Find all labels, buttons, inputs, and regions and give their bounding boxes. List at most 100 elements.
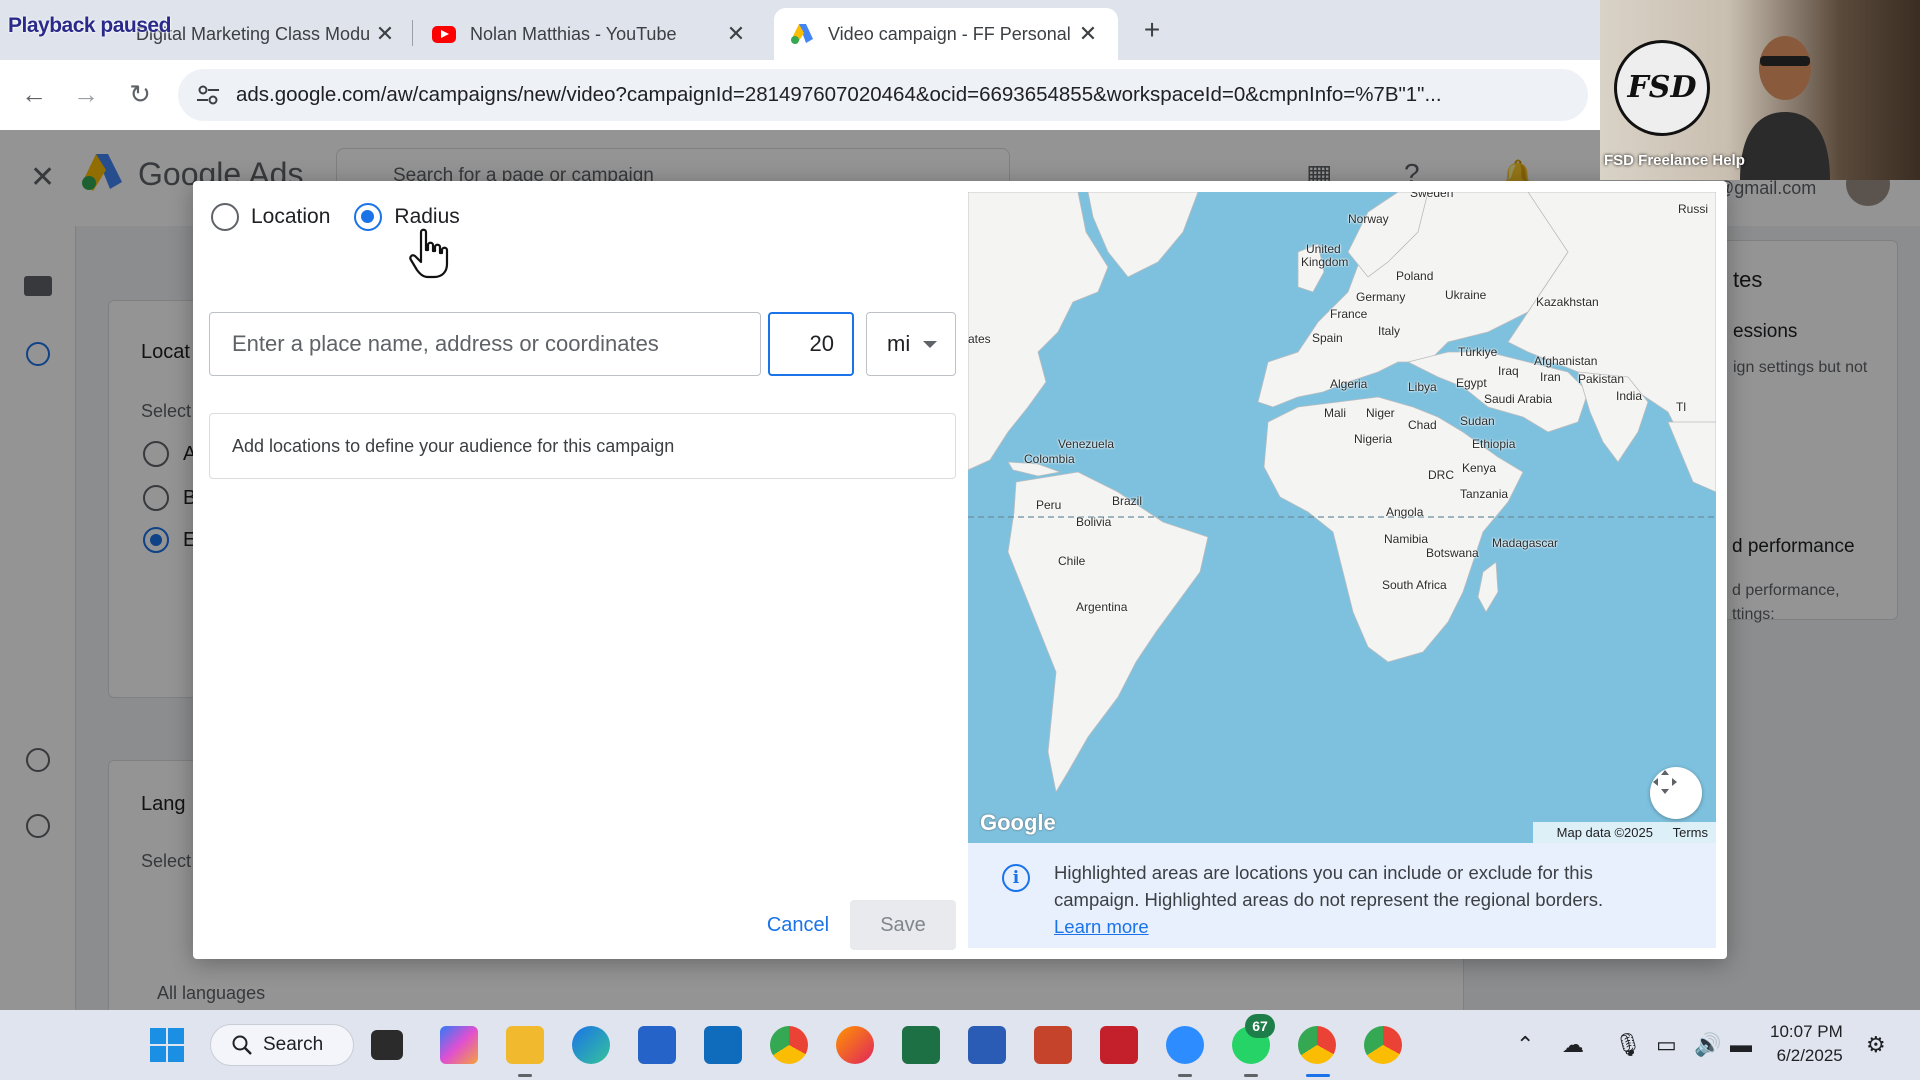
map-label: DRC (1428, 468, 1454, 482)
learn-more-link[interactable]: Learn more (1054, 916, 1149, 937)
notification-center-icon[interactable]: ⚙ (1866, 1032, 1886, 1058)
windows-start-icon[interactable] (148, 1026, 186, 1064)
location-radio-label[interactable]: Location (251, 205, 330, 229)
world-map[interactable]: Sweden Russi Norway United Kingdom Polan… (968, 192, 1716, 843)
network-icon[interactable]: ▭ (1656, 1032, 1677, 1058)
map-label: Italy (1378, 324, 1401, 338)
radius-unit-select[interactable]: mi (866, 312, 956, 376)
location-radius-dialog: Location Radius mi Add locations to defi… (193, 181, 1727, 959)
unit-value: mi (887, 331, 911, 356)
info-icon: i (1002, 864, 1030, 892)
map-label: Sudan (1460, 414, 1495, 428)
chevron-down-icon (923, 341, 937, 348)
tab-title: Nolan Matthias - YouTube (470, 23, 677, 44)
forward-icon[interactable]: → (66, 74, 106, 114)
target-mode-radio-group: Location Radius (211, 203, 460, 231)
site-settings-icon[interactable] (194, 81, 222, 109)
back-icon[interactable]: ← (14, 74, 54, 114)
map-label: Venezuela (1058, 437, 1115, 451)
playback-overlay: Playback paused (8, 14, 171, 37)
close-icon[interactable]: ✕ (722, 21, 750, 47)
radius-radio-label[interactable]: Radius (394, 205, 459, 229)
outlook-icon[interactable] (704, 1026, 742, 1064)
map-label: Sweden (1410, 192, 1454, 200)
store-icon[interactable] (638, 1026, 676, 1064)
search-label: Search (263, 1034, 324, 1055)
map-label: Algeria (1330, 377, 1368, 391)
active-indicator (1306, 1074, 1330, 1077)
map-info-note: i Highlighted areas are locations you ca… (968, 843, 1716, 948)
place-search-input[interactable] (209, 312, 761, 376)
map-label: Libya (1408, 380, 1437, 394)
close-icon[interactable]: ✕ (371, 21, 399, 47)
map-label: Germany (1356, 290, 1406, 304)
tab-video-campaign[interactable]: Video campaign - FF Personal - ✕ (774, 8, 1118, 60)
map-label: Ukraine (1445, 288, 1487, 302)
zoom-app-icon[interactable] (1166, 1026, 1204, 1064)
map-label: Norway (1348, 212, 1389, 226)
close-icon[interactable]: ✕ (1074, 21, 1102, 47)
powerpoint-icon[interactable] (1034, 1026, 1072, 1064)
radius-radio[interactable] (354, 203, 383, 231)
file-explorer-icon[interactable] (506, 1026, 544, 1064)
map-label: France (1330, 307, 1368, 321)
map-label: Niger (1366, 406, 1395, 420)
running-indicator (1178, 1074, 1192, 1077)
tab-title: Video campaign - FF Personal - (828, 23, 1074, 44)
tab-youtube[interactable]: Nolan Matthias - YouTube ✕ (416, 8, 766, 60)
map-label: Türkiye (1458, 345, 1498, 359)
running-indicator (1244, 1074, 1258, 1077)
note-body: Highlighted areas are locations you can … (1054, 862, 1604, 910)
presenter-video (1740, 36, 1830, 180)
fullscreen-button[interactable] (1650, 767, 1702, 819)
map-label: Tanzania (1460, 487, 1509, 501)
onedrive-icon[interactable]: ☁ (1562, 1032, 1584, 1058)
map-label: Tl (1676, 400, 1686, 414)
system-clock[interactable]: 10:07 PM 6/2/2025 (1770, 1020, 1843, 1068)
map-label: Saudi Arabia (1484, 392, 1553, 406)
youtube-icon (432, 25, 456, 43)
word-icon[interactable] (968, 1026, 1006, 1064)
map-label: Brazil (1112, 494, 1143, 508)
chrome-alt-icon[interactable] (1364, 1026, 1402, 1064)
map-label: Chile (1058, 554, 1086, 568)
reload-icon[interactable]: ↻ (120, 74, 160, 114)
battery-icon[interactable]: ▬ (1730, 1032, 1752, 1058)
fsd-logo: FSD (1614, 40, 1710, 136)
search-icon (232, 1035, 252, 1055)
map-label: Namibia (1384, 532, 1429, 546)
chevron-up-icon[interactable]: ⌃ (1516, 1032, 1534, 1058)
note-text: Highlighted areas are locations you can … (1054, 859, 1674, 940)
address-bar[interactable]: ads.google.com/aw/campaigns/new/video?ca… (178, 69, 1753, 121)
new-tab-button[interactable]: + (1136, 14, 1168, 46)
cancel-button[interactable]: Cancel (744, 900, 852, 950)
terms-link[interactable]: Terms (1673, 825, 1708, 840)
map-label: Poland (1396, 269, 1434, 283)
firefox-icon[interactable] (836, 1026, 874, 1064)
map-label: Spain (1312, 331, 1343, 345)
microphone-icon[interactable]: 🎙 (1614, 1032, 1642, 1058)
map-label: Chad (1408, 418, 1437, 432)
map-label: Afghanistan (1534, 354, 1598, 368)
volume-icon[interactable]: 🔊 (1694, 1032, 1721, 1058)
copilot-icon[interactable] (440, 1026, 478, 1064)
map-label: Argentina (1076, 600, 1128, 614)
map-label: Ethiopia (1472, 437, 1516, 451)
webcam-overlay: FSD FSD Freelance Help (1600, 0, 1920, 180)
map-label: Botswana (1426, 546, 1479, 560)
task-view-icon[interactable] (371, 1030, 403, 1060)
map-label: Madagascar (1492, 536, 1559, 550)
map-label: Iran (1540, 370, 1561, 384)
save-button[interactable]: Save (850, 900, 956, 950)
edge-icon[interactable] (572, 1026, 610, 1064)
excel-icon[interactable] (902, 1026, 940, 1064)
acrobat-icon[interactable] (1100, 1026, 1138, 1064)
chrome-profile-icon[interactable] (1298, 1026, 1336, 1064)
taskbar-search[interactable]: Search (210, 1024, 354, 1066)
location-radio[interactable] (211, 203, 239, 231)
map-label: Kingdom (1301, 255, 1349, 269)
running-indicator (518, 1074, 532, 1077)
map-label: Iraq (1498, 364, 1519, 378)
radius-value-input[interactable] (768, 312, 854, 376)
chrome-icon[interactable] (770, 1026, 808, 1064)
